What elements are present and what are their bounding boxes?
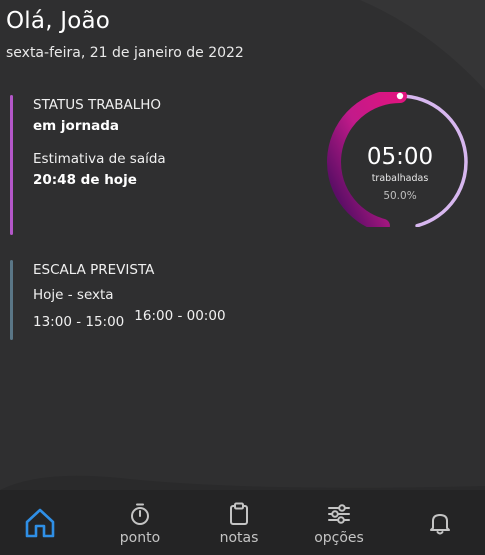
nav-ponto[interactable]: ponto <box>95 490 185 555</box>
nav-notificacoes[interactable] <box>395 490 485 555</box>
work-status-card: STATUS TRABALHO em jornada Estimativa de… <box>10 95 166 235</box>
bottom-navigation: ponto notas opções <box>0 490 485 555</box>
worked-hours-gauge: 05:00 trabalhadas 50.0% <box>325 92 475 227</box>
stopwatch-icon <box>131 503 149 525</box>
nav-opcoes[interactable]: opções <box>294 490 384 555</box>
nav-ponto-label: ponto <box>119 530 161 546</box>
status-title: STATUS TRABALHO <box>33 97 162 113</box>
current-date: sexta-feira, 21 de janeiro de 2022 <box>6 45 244 61</box>
worked-caption: trabalhadas <box>371 173 429 184</box>
clipboard-icon <box>230 502 248 525</box>
worked-percent: 50.0% <box>383 190 417 202</box>
bell-icon <box>430 513 450 534</box>
exit-estimate-value: 20:48 de hoje <box>33 172 137 188</box>
worked-time: 05:00 <box>366 144 434 170</box>
exit-estimate-label: Estimativa de saída <box>33 151 166 167</box>
nav-notas[interactable]: notas <box>194 490 284 555</box>
schedule-shift-2: 16:00 - 00:00 <box>134 308 226 324</box>
status-value: em jornada <box>33 118 119 134</box>
status-card-accent-bar <box>10 95 13 235</box>
nav-home[interactable] <box>0 490 85 555</box>
schedule-title: ESCALA PREVISTA <box>33 262 155 278</box>
schedule-card-accent-bar <box>10 260 13 340</box>
nav-opcoes-label: opções <box>314 530 364 546</box>
schedule-card: ESCALA PREVISTA Hoje - sexta 13:00 - 15:… <box>10 260 226 340</box>
home-icon <box>25 508 55 537</box>
greeting-title: Olá, João <box>6 8 111 34</box>
schedule-shift-1: 13:00 - 15:00 <box>33 314 125 330</box>
sliders-icon <box>328 504 350 524</box>
schedule-days: Hoje - sexta <box>33 287 114 303</box>
gauge-knob <box>396 92 404 100</box>
nav-notas-label: notas <box>219 530 259 546</box>
